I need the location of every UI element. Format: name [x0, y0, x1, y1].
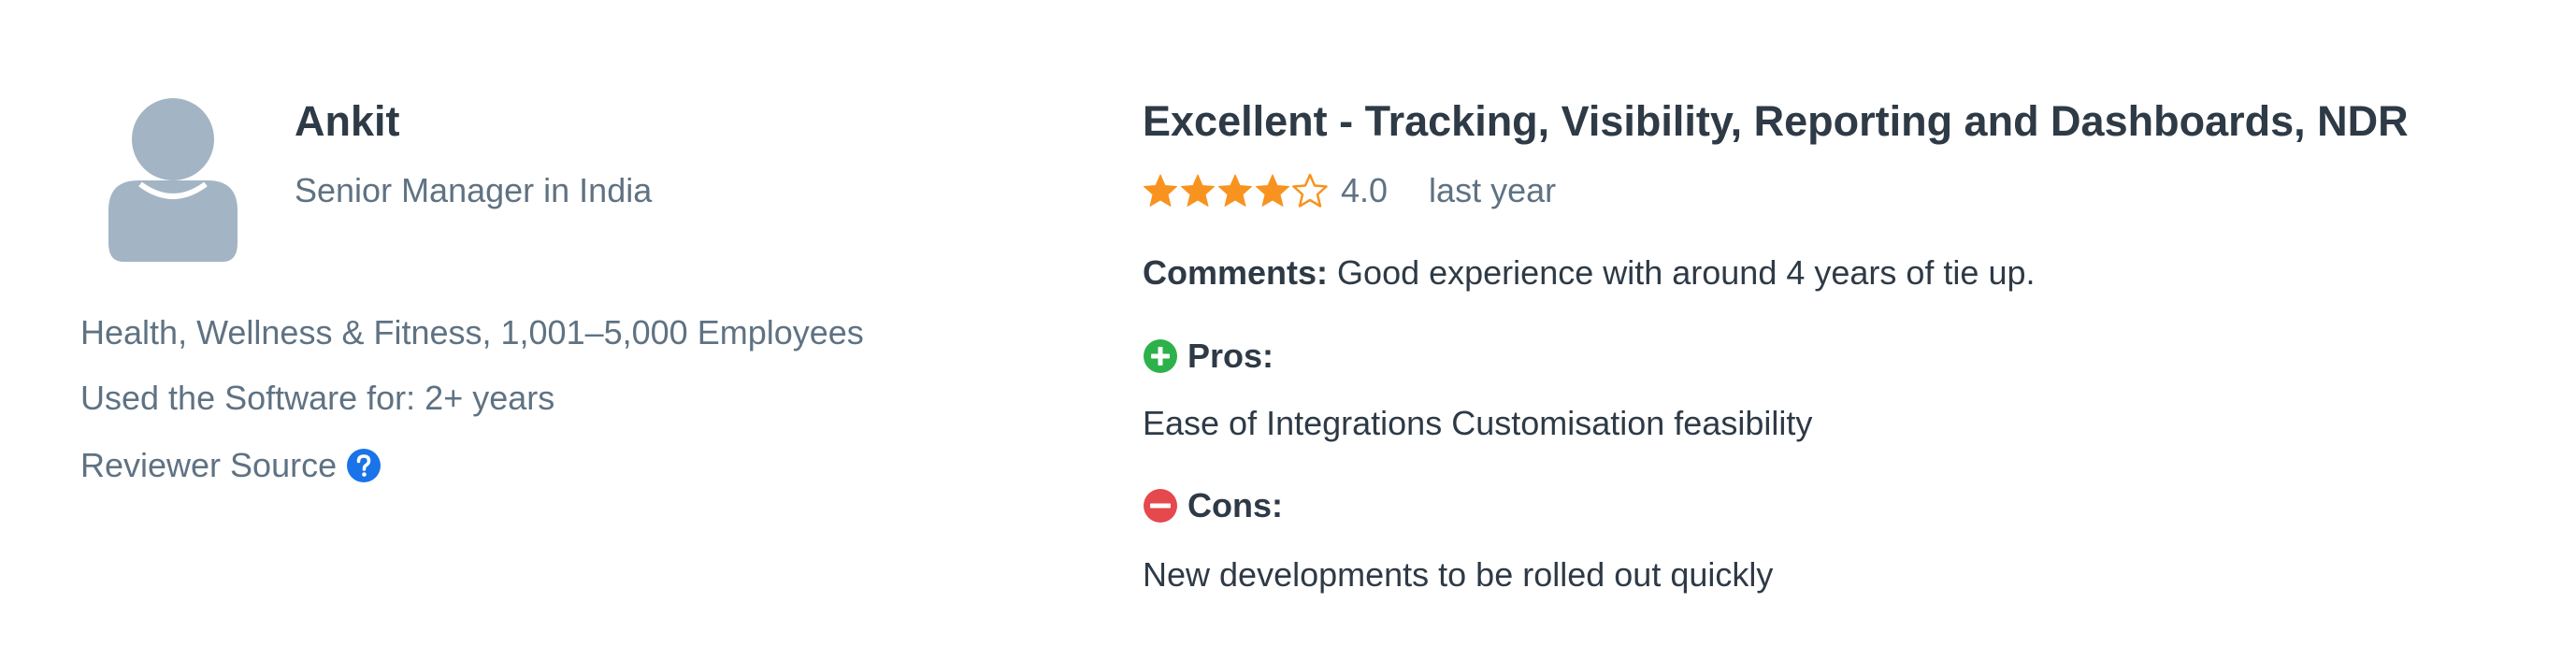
- star-filled-icon: [1218, 174, 1252, 207]
- reviewer-name: Ankit: [295, 97, 400, 145]
- question-circle-icon[interactable]: [346, 448, 381, 483]
- star-filled-icon: [1256, 174, 1289, 207]
- reviewer-title: Senior Manager in India: [295, 171, 653, 209]
- comments-label: Comments:: [1143, 253, 1329, 292]
- plus-circle-icon: [1144, 339, 1177, 373]
- cons-label: Cons:: [1187, 486, 1283, 524]
- cons-heading: Cons:: [1143, 481, 1283, 530]
- review-comments: Comments: Good experience with around 4 …: [1143, 249, 2036, 297]
- review-panel: Excellent - Tracking, Visibility, Report…: [1143, 0, 2545, 660]
- review-title: Excellent - Tracking, Visibility, Report…: [1143, 97, 2409, 145]
- comments-text: Good experience with around 4 years of t…: [1337, 253, 2036, 292]
- reviewer-panel: Ankit Senior Manager in India Health, We…: [0, 0, 1122, 660]
- reviewer-industry: Health, Wellness & Fitness, 1,001–5,000 …: [80, 313, 864, 352]
- minus-circle-icon: [1144, 489, 1177, 523]
- star-filled-icon: [1181, 174, 1215, 207]
- star-rating: [1143, 173, 1330, 208]
- pros-label: Pros:: [1187, 337, 1274, 375]
- avatar: [108, 98, 237, 262]
- pros-heading: Pros:: [1143, 332, 1274, 380]
- avatar-body: [108, 180, 237, 262]
- pros-text: Ease of Integrations Customisation feasi…: [1143, 404, 1813, 442]
- rating-row: 4.0 last year: [1143, 166, 1556, 215]
- reviewer-source-label: Reviewer Source: [80, 446, 338, 484]
- rating-value: 4.0: [1341, 171, 1389, 209]
- reviewer-source: Reviewer Source: [80, 441, 381, 490]
- review-date: last year: [1429, 171, 1557, 209]
- cons-text: New developments to be rolled out quickl…: [1143, 555, 1774, 594]
- star-empty-icon: [1292, 173, 1328, 208]
- avatar-head: [132, 98, 214, 180]
- software-usage-duration: Used the Software for: 2+ years: [80, 379, 555, 417]
- star-filled-icon: [1144, 174, 1177, 207]
